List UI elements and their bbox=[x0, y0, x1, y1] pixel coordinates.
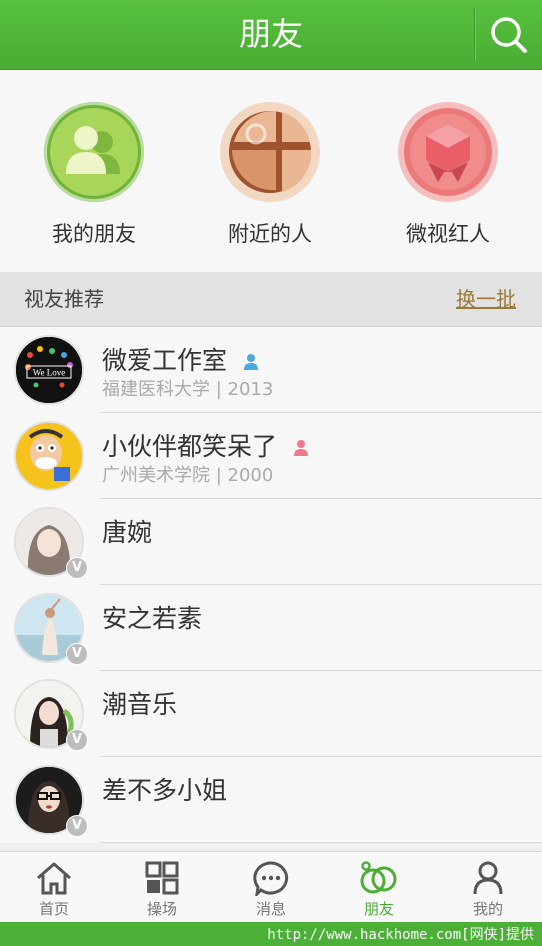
tab-label: 操场 bbox=[146, 900, 177, 918]
refresh-link[interactable]: 换一批 bbox=[456, 272, 516, 326]
tab-mine[interactable]: 我的 bbox=[434, 852, 542, 926]
avatar bbox=[14, 421, 84, 491]
watermark-bar: http://www.hackhome.com[网侠]提供 bbox=[0, 922, 542, 946]
category-my-friends[interactable]: 我的朋友 bbox=[14, 102, 174, 248]
category-label: 附近的人 bbox=[228, 222, 312, 246]
avatar-text: We Love bbox=[33, 368, 66, 378]
list-item[interactable]: V 潮音乐 bbox=[0, 671, 542, 757]
verified-badge: V bbox=[66, 729, 88, 751]
person-icon bbox=[473, 861, 503, 895]
row-divider bbox=[100, 842, 542, 843]
category-section: 我的朋友 附近的人 微视红人 bbox=[0, 70, 542, 272]
tab-label: 我的 bbox=[472, 900, 503, 918]
user-name: 潮音乐 bbox=[102, 690, 178, 719]
verified-badge: V bbox=[66, 557, 88, 579]
friends-icon bbox=[44, 102, 144, 202]
category-hot-users[interactable]: 微视红人 bbox=[368, 102, 528, 248]
tab-label: 消息 bbox=[255, 900, 286, 918]
avatar: We Love bbox=[14, 335, 84, 405]
map-pin-icon bbox=[220, 102, 320, 202]
verified-badge: V bbox=[66, 643, 88, 665]
list-item[interactable]: V 差不多小姐 bbox=[0, 757, 542, 843]
female-user-icon bbox=[293, 434, 309, 463]
category-label: 我的朋友 bbox=[52, 222, 136, 246]
user-name: 安之若素 bbox=[102, 604, 203, 633]
category-label: 微视红人 bbox=[406, 222, 490, 246]
user-name: 微爱工作室 bbox=[102, 341, 259, 377]
verified-badge: V bbox=[66, 815, 88, 837]
list-item[interactable]: V 安之若素 bbox=[0, 585, 542, 671]
recommend-header: 视友推荐 换一批 bbox=[0, 272, 542, 327]
list-item[interactable]: V 唐婉 bbox=[0, 499, 542, 585]
male-user-icon bbox=[243, 348, 259, 377]
page-title: 朋友 bbox=[238, 15, 303, 53]
home-icon bbox=[37, 862, 71, 895]
recommend-title: 视友推荐 bbox=[24, 287, 104, 311]
user-name: 差不多小姐 bbox=[102, 776, 228, 805]
grid-icon bbox=[145, 861, 179, 895]
message-icon bbox=[253, 861, 289, 899]
watermark-text: http://www.hackhome.com[网侠]提供 bbox=[267, 927, 534, 943]
list-item[interactable]: 小伙伴都笑呆了 广州美术学院 | 2000 bbox=[0, 413, 542, 499]
user-subtitle: 广州美术学院 | 2000 bbox=[102, 465, 274, 486]
list-item[interactable]: We Love 微爱工作室 福建医科大学 | 2013 bbox=[0, 327, 542, 413]
user-name: 唐婉 bbox=[102, 518, 153, 547]
user-list: We Love 微爱工作室 福建医科大学 | 2013 小伙伴都笑呆了 广州美术… bbox=[0, 327, 542, 843]
category-nearby[interactable]: 附近的人 bbox=[190, 102, 350, 248]
tab-messages[interactable]: 消息 bbox=[217, 852, 325, 926]
tab-friends[interactable]: 朋友 bbox=[325, 852, 433, 926]
user-name: 小伙伴都笑呆了 bbox=[102, 427, 309, 463]
tab-home[interactable]: 首页 bbox=[0, 852, 108, 926]
search-icon bbox=[491, 17, 527, 53]
tab-label: 首页 bbox=[38, 900, 69, 918]
user-subtitle: 福建医科大学 | 2013 bbox=[102, 379, 274, 400]
gem-badge-icon bbox=[398, 102, 498, 202]
tab-label: 朋友 bbox=[363, 900, 394, 918]
search-button[interactable] bbox=[486, 12, 532, 58]
friends-rings-icon bbox=[360, 861, 397, 894]
tab-playground[interactable]: 操场 bbox=[108, 852, 216, 926]
bottom-tab-bar: 首页 操场 消息 朋友 我的 bbox=[0, 851, 542, 926]
header-divider bbox=[474, 8, 476, 61]
app-header: 朋友 bbox=[0, 0, 542, 70]
